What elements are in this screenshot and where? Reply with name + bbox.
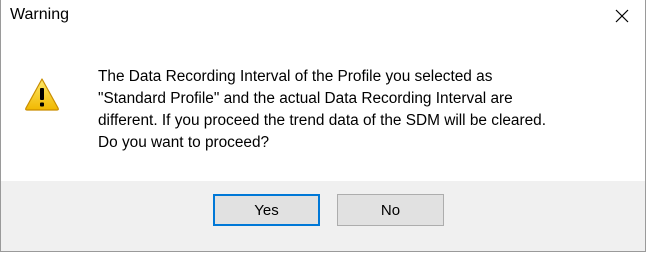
warning-dialog: Warning The Data Recording Interval of t…	[0, 0, 646, 252]
button-bar: Yes No	[1, 181, 645, 251]
dialog-title: Warning	[10, 6, 69, 23]
message-line: "Standard Profile" and the actual Data R…	[98, 90, 513, 107]
warning-message: The Data Recording Interval of the Profi…	[98, 66, 643, 154]
no-button[interactable]: No	[337, 194, 444, 226]
message-line: The Data Recording Interval of the Profi…	[98, 68, 493, 85]
dialog-content: The Data Recording Interval of the Profi…	[1, 31, 645, 181]
warning-triangle-icon	[25, 78, 59, 111]
yes-button[interactable]: Yes	[213, 194, 320, 226]
message-line: different. If you proceed the trend data…	[98, 112, 547, 129]
close-icon	[615, 9, 629, 22]
message-line: Do you want to proceed?	[98, 134, 270, 151]
close-button[interactable]	[599, 0, 645, 31]
title-bar[interactable]: Warning	[1, 0, 645, 31]
